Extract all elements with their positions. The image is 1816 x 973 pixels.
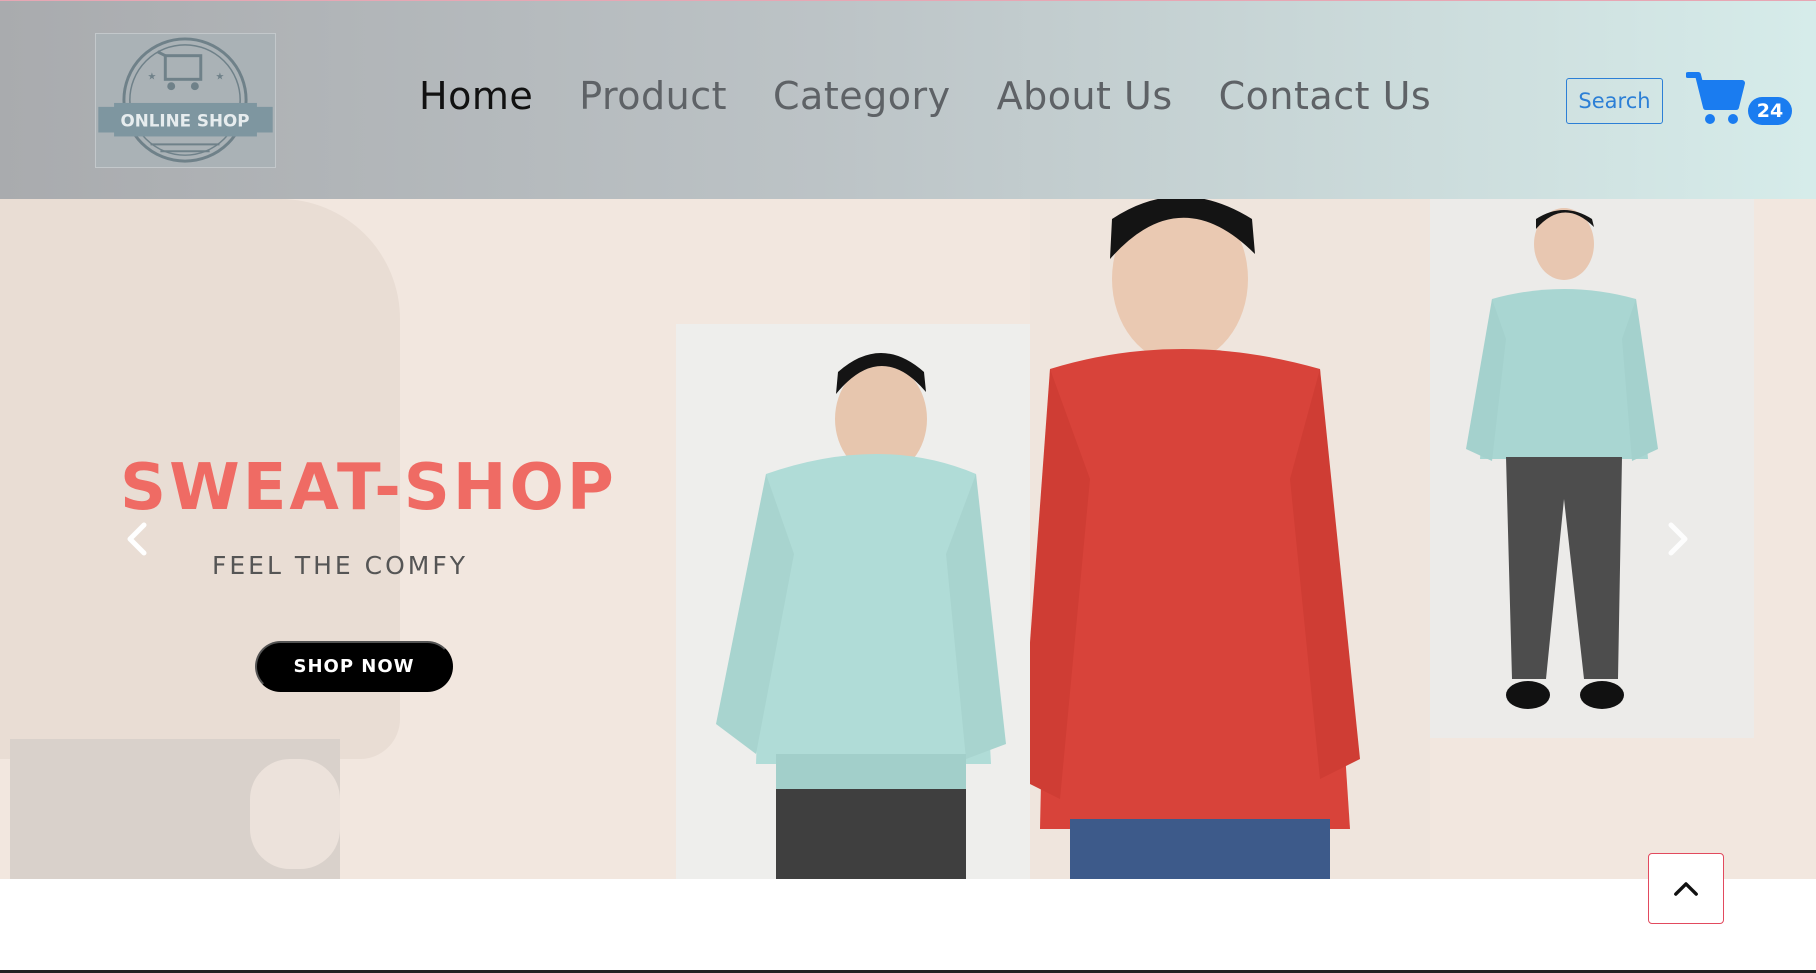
nav-home[interactable]: Home <box>419 74 533 118</box>
shop-now-button[interactable]: SHOP NOW <box>255 641 453 692</box>
carousel-next-button[interactable] <box>1663 519 1693 559</box>
hero-background-image <box>0 199 470 879</box>
svg-text:★: ★ <box>148 71 157 82</box>
main-nav: Home Product Category About Us Contact U… <box>419 74 1431 118</box>
product-photo-mint-sweatshirt <box>676 324 1035 879</box>
svg-text:★: ★ <box>216 71 225 82</box>
cart-logo-icon: ONLINE SHOP ★ ★ <box>98 37 273 163</box>
nav-contact-us[interactable]: Contact Us <box>1219 74 1432 118</box>
chevron-right-icon <box>1668 522 1688 556</box>
cart-count-badge: 24 <box>1748 97 1792 125</box>
carousel-prev-button[interactable] <box>122 519 152 559</box>
chevron-left-icon <box>127 522 147 556</box>
cart-button[interactable] <box>1685 71 1746 127</box>
nav-product[interactable]: Product <box>579 74 727 118</box>
cart-icon <box>1685 72 1745 124</box>
hero-subtitle: FEEL THE COMFY <box>212 551 469 580</box>
nav-category[interactable]: Category <box>773 74 951 118</box>
nav-about-us[interactable]: About Us <box>997 74 1173 118</box>
page: ONLINE SHOP ★ ★ Home Product Category Ab… <box>0 0 1816 973</box>
product-photo-red-sweatshirt <box>1030 199 1430 879</box>
hero-carousel: SWEAT-SHOP FEEL THE COMFY SHOP NOW <box>0 199 1816 879</box>
hero-title: SWEAT-SHOP <box>120 451 617 525</box>
product-photo-full-body <box>1396 199 1754 738</box>
back-to-top-button[interactable] <box>1648 853 1724 924</box>
chevron-up-icon <box>1674 881 1698 896</box>
site-header: ONLINE SHOP ★ ★ Home Product Category Ab… <box>0 0 1816 199</box>
logo-text: ONLINE SHOP <box>121 111 250 131</box>
search-button[interactable]: Search <box>1566 78 1663 124</box>
logo[interactable]: ONLINE SHOP ★ ★ <box>95 33 276 168</box>
